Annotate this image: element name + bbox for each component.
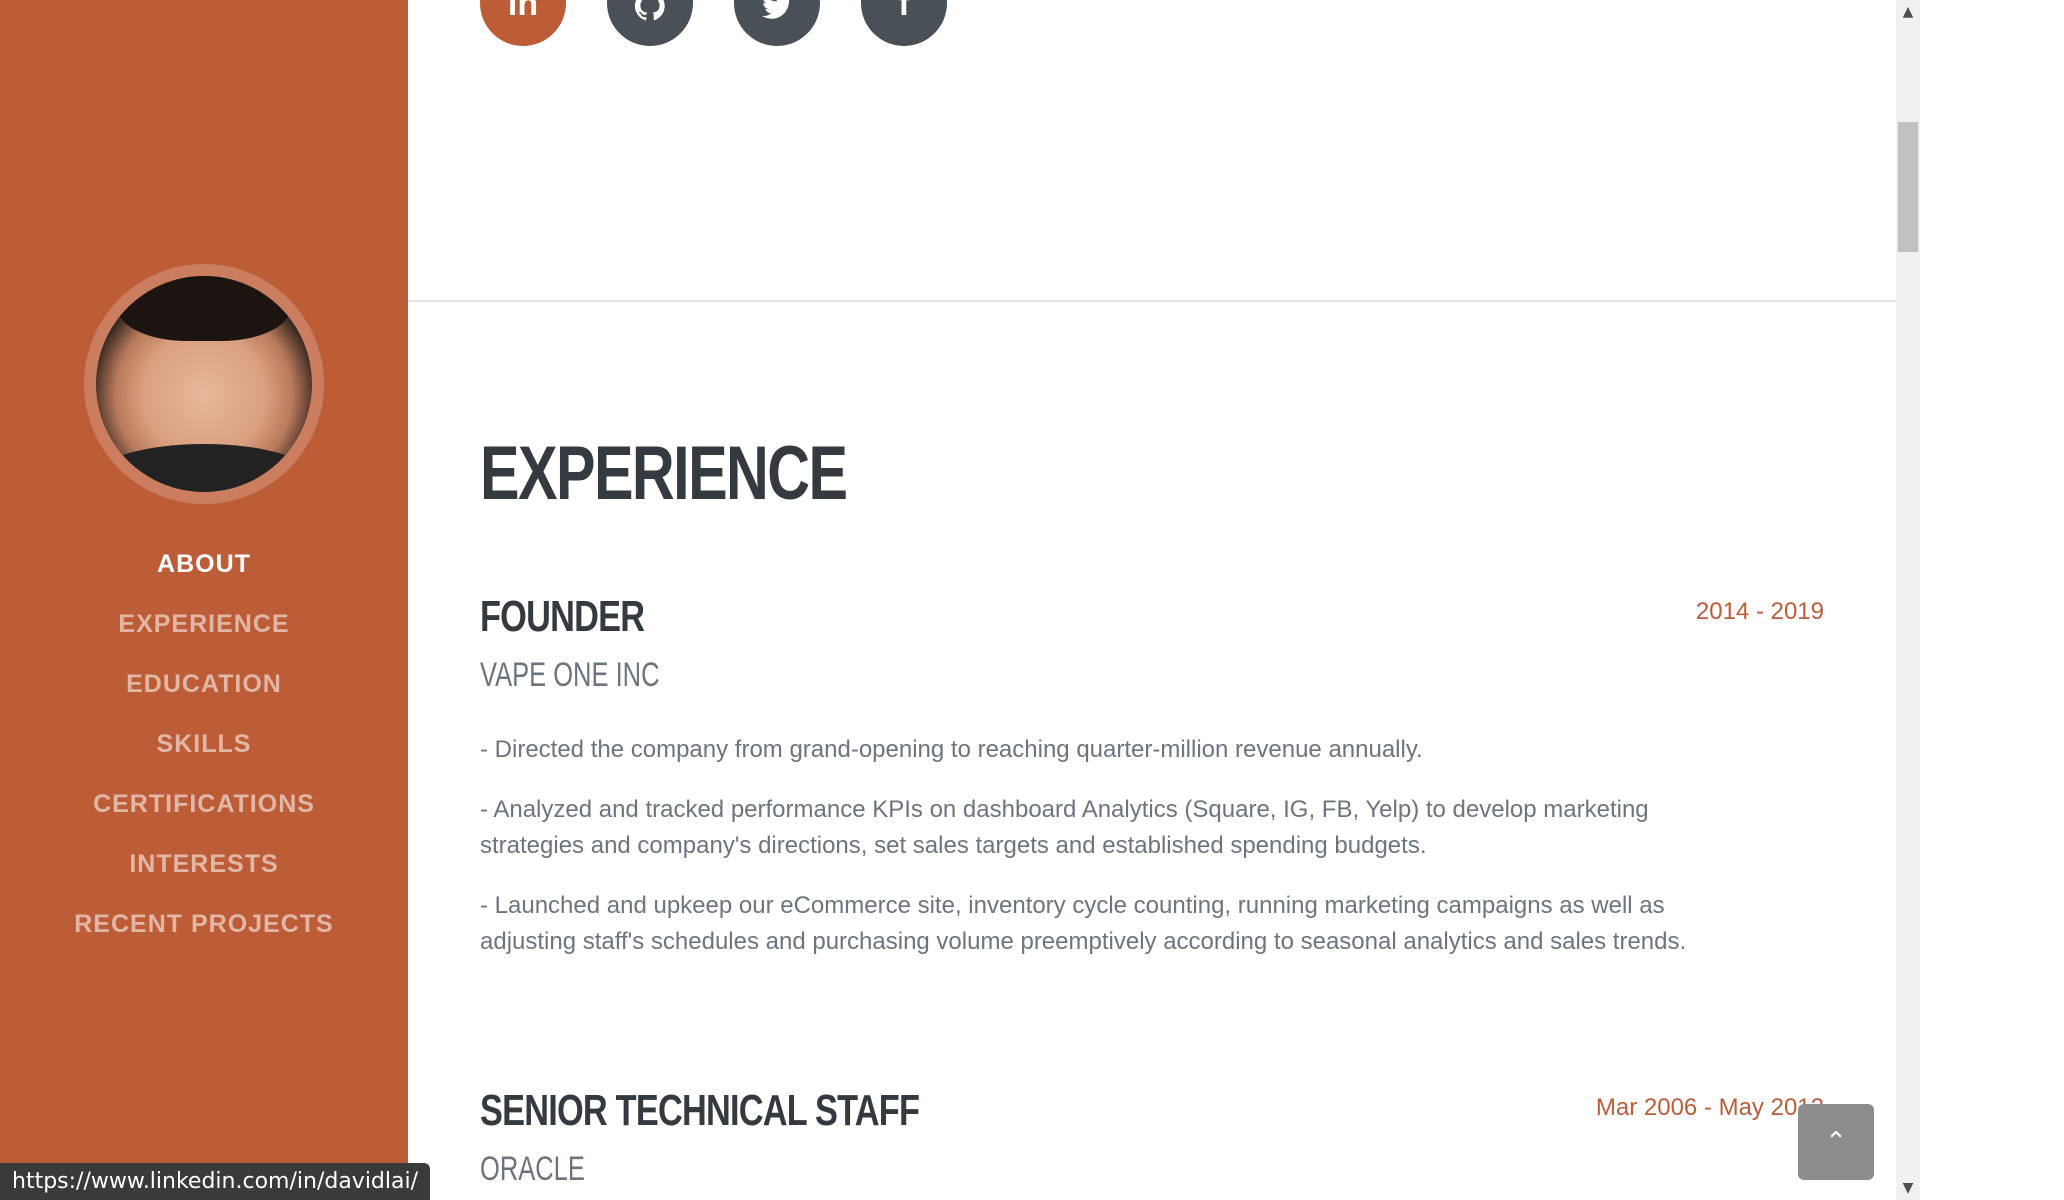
job-date: Mar 2006 - May 2012 <box>1595 1094 1824 1121</box>
scroll-down-arrow-icon[interactable]: ▼ <box>1896 1176 1920 1200</box>
nav-item-about[interactable]: ABOUT <box>0 534 408 594</box>
experience-section-title: EXPERIENCE <box>480 431 848 516</box>
linkedin-glyph: in <box>507 0 539 23</box>
nav-item-skills[interactable]: SKILLS <box>0 714 408 774</box>
job-bullet: - Analyzed and tracked performance KPIs … <box>480 796 1649 859</box>
job-company: ORACLE <box>480 1150 585 1188</box>
back-to-top-button[interactable]: ⌃ <box>1798 1104 1874 1180</box>
facebook-glyph: f <box>898 0 910 23</box>
sidebar-nav: ABOUT EXPERIENCE EDUCATION SKILLS CERTIF… <box>0 534 408 954</box>
nav-item-certifications[interactable]: CERTIFICATIONS <box>0 774 408 834</box>
main-content: in f EXPERIENCE FOUNDER VAPE ONE INC 201… <box>408 0 1896 1200</box>
twitter-glyph <box>762 0 790 19</box>
job-description: - Directed the company from grand-openin… <box>480 732 1700 984</box>
link-status-bar: https://www.linkedin.com/in/davidlai/ <box>0 1163 431 1200</box>
twitter-icon[interactable] <box>734 0 820 46</box>
job-title: SENIOR TECHNICAL STAFF <box>480 1086 920 1135</box>
social-icons: in f <box>480 0 947 46</box>
profile-avatar <box>96 276 312 492</box>
job-bullet: - Directed the company from grand-openin… <box>480 736 1423 763</box>
linkedin-icon[interactable]: in <box>480 0 566 46</box>
scroll-up-arrow-icon[interactable]: ▲ <box>1896 0 1920 24</box>
scrollbar-thumb[interactable] <box>1898 122 1918 252</box>
nav-item-experience[interactable]: EXPERIENCE <box>0 594 408 654</box>
page-scrollbar[interactable]: ▲ ▼ <box>1896 0 1920 1200</box>
nav-item-interests[interactable]: INTERESTS <box>0 834 408 894</box>
chevron-up-icon: ⌃ <box>1825 1127 1847 1157</box>
section-divider <box>408 300 1896 302</box>
facebook-icon[interactable]: f <box>861 0 947 46</box>
job-bullet: - Launched and upkeep our eCommerce site… <box>480 892 1687 955</box>
github-icon[interactable] <box>607 0 693 46</box>
nav-item-recent-projects[interactable]: RECENT PROJECTS <box>0 894 408 954</box>
job-company: VAPE ONE INC <box>480 656 660 694</box>
nav-item-education[interactable]: EDUCATION <box>0 654 408 714</box>
job-title: FOUNDER <box>480 592 645 641</box>
job-date: 2014 - 2019 <box>1695 598 1824 625</box>
github-glyph <box>634 0 665 21</box>
sidebar: ABOUT EXPERIENCE EDUCATION SKILLS CERTIF… <box>0 0 408 1200</box>
profile-avatar-frame <box>84 264 324 504</box>
